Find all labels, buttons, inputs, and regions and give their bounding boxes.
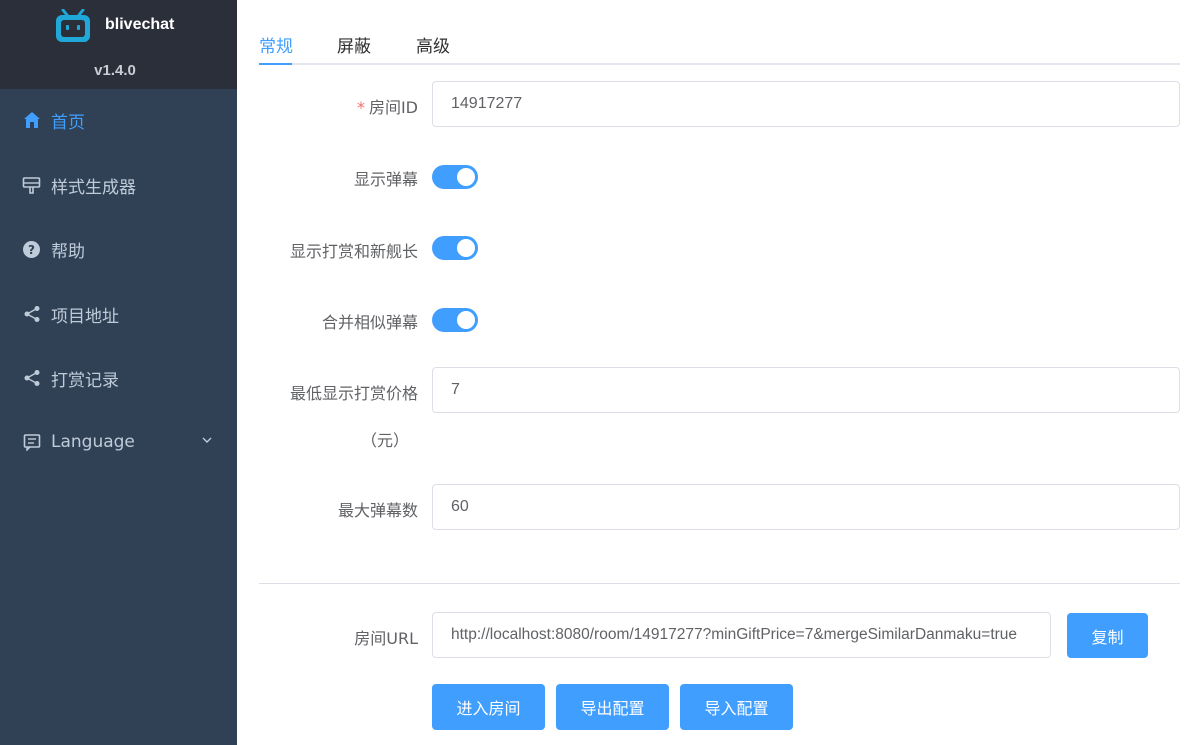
share-icon [22, 369, 41, 388]
export-config-button[interactable]: 导出配置 [556, 684, 669, 730]
sidebar-item-label: 项目地址 [51, 306, 119, 327]
chat-icon [22, 433, 41, 452]
merge-similar-label: 合并相似弹幕 [321, 313, 418, 332]
show-danmaku-switch[interactable] [432, 165, 478, 189]
sidebar-item-label: 帮助 [51, 241, 85, 262]
bilibili-logo-icon [56, 9, 90, 42]
merge-similar-switch[interactable] [432, 308, 478, 332]
room-url-label: 房间URL [354, 629, 418, 648]
required-mark: * [356, 98, 365, 117]
tab-block[interactable]: 屏蔽 [337, 32, 371, 57]
switch-knob [457, 311, 475, 329]
sidebar-item-gift-record[interactable]: 打赏记录 [0, 350, 237, 406]
switch-knob [457, 168, 475, 186]
divider [259, 583, 1180, 584]
svg-text:?: ? [28, 243, 35, 257]
room-id-input[interactable]: 14917277 [432, 81, 1180, 127]
max-danmaku-input[interactable]: 60 [432, 484, 1180, 530]
chevron-down-icon [202, 437, 212, 443]
tab-general[interactable]: 常规 [259, 32, 293, 57]
max-danmaku-label: 最大弹幕数 [337, 501, 418, 520]
import-config-button[interactable]: 导入配置 [680, 684, 793, 730]
sidebar: blivechat v1.4.0 首页 样式生成器 ? 帮助 项目地址 打赏记录 [0, 0, 237, 745]
show-danmaku-label: 显示弹幕 [353, 170, 418, 189]
sidebar-item-style-generator[interactable]: 样式生成器 [0, 157, 237, 213]
copy-button[interactable]: 复制 [1067, 613, 1148, 658]
sidebar-item-project-url[interactable]: 项目地址 [0, 286, 237, 342]
sidebar-item-label: 样式生成器 [51, 177, 136, 198]
question-icon: ? [22, 240, 41, 259]
sidebar-item-label: 首页 [51, 112, 85, 133]
switch-knob [457, 239, 475, 257]
brand-header: blivechat v1.4.0 [0, 0, 237, 89]
tab-active-indicator [259, 63, 292, 65]
room-url-input[interactable]: http://localhost:8080/room/14917277?minG… [432, 612, 1051, 658]
settings-tabs: 常规 屏蔽 高级 [259, 20, 1180, 65]
sidebar-item-label: Language [51, 432, 135, 452]
tab-advanced[interactable]: 高级 [416, 32, 450, 57]
share-icon [22, 305, 41, 324]
min-gift-price-label: 最低显示打赏价格 [289, 384, 418, 403]
min-gift-price-unit-label: （元） [360, 431, 409, 450]
app-version: v1.4.0 [94, 62, 136, 79]
sidebar-item-help[interactable]: ? 帮助 [0, 221, 237, 277]
show-gift-label: 显示打赏和新舰长 [289, 242, 418, 261]
room-id-label: * 房间ID [356, 98, 418, 117]
brush-icon [22, 176, 41, 195]
enter-room-button[interactable]: 进入房间 [432, 684, 545, 730]
sidebar-item-language[interactable]: Language [0, 414, 237, 470]
home-icon [22, 111, 41, 130]
min-gift-price-input[interactable]: 7 [432, 367, 1180, 413]
app-name: blivechat [105, 16, 175, 33]
sidebar-item-home[interactable]: 首页 [0, 92, 237, 148]
sidebar-item-label: 打赏记录 [51, 370, 119, 391]
show-gift-switch[interactable] [432, 236, 478, 260]
